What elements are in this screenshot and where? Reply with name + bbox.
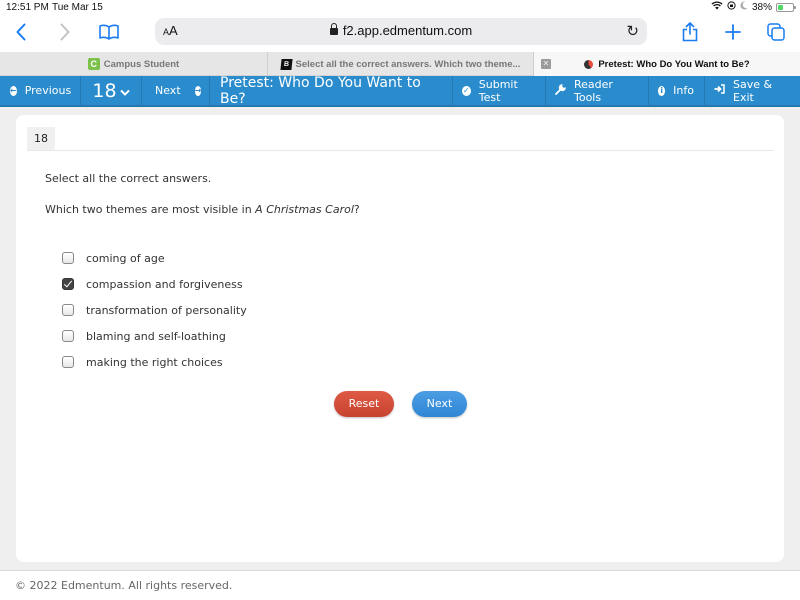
orientation-lock-icon [727,1,736,13]
answer-option[interactable]: blaming and self-loathing [62,323,247,349]
reset-button[interactable]: Reset [334,391,394,417]
wrench-icon [555,83,567,98]
battery-percent: 38% [751,1,772,13]
submit-label: Submit Test [478,77,518,104]
option-label: blaming and self-loathing [86,329,226,343]
edmentum-favicon-icon [584,59,594,69]
option-label: compassion and forgiveness [86,277,243,291]
test-navigation-bar: ← Previous 18 Next → Pretest: Who Do You… [0,75,800,107]
next-label: Next [155,84,181,97]
battery-charging-icon [776,2,796,12]
chevron-down-icon [119,88,130,99]
browser-toolbar: AA f2.app.edmentum.com ↻ [0,14,800,50]
question-prompt: Which two themes are most visible in A C… [45,203,360,216]
new-tab-icon[interactable] [723,18,743,46]
question-number-badge: 18 [27,127,55,150]
question-header: 18 [27,127,774,151]
option-label: making the right choices [86,355,223,369]
answer-option[interactable]: compassion and forgiveness [62,271,247,297]
url-text: f2.app.edmentum.com [342,23,473,38]
arrow-right-circle-icon: → [194,85,202,96]
save-exit-label: Save & Exit [733,77,773,104]
tab-label: Select all the correct answers. Which tw… [295,58,521,70]
status-bar: 12:51 PM Tue Mar 15 38% [0,0,800,14]
question-number-dropdown[interactable]: 18 [81,76,142,105]
next-button[interactable]: Next [412,391,467,417]
clock: 12:51 PM [6,2,49,13]
answer-option[interactable]: transformation of personality [62,297,247,323]
wifi-icon [711,1,723,13]
question-instruction: Select all the correct answers. [45,172,212,185]
bookmarks-icon[interactable] [98,18,120,46]
question-number: 18 [92,79,117,102]
brainly-favicon-icon: B [279,58,293,70]
reader-tools-label: Reader Tools [574,77,613,104]
info-label: Info [673,84,694,97]
answer-option[interactable]: coming of age [62,245,247,271]
tab-label: Pretest: Who Do You Want to Be? [598,58,750,70]
lock-icon [329,23,338,35]
answer-option[interactable]: making the right choices [62,349,247,375]
reader-tools-button[interactable]: Reader Tools [546,76,649,105]
sign-in-icon [714,84,725,97]
browser-tab-bar: C Campus Student B Select all the correc… [0,52,800,76]
prompt-text: Which two themes are most visible in [45,203,256,216]
prompt-book-title: A Christmas Carol [255,203,354,216]
tab-pretest[interactable]: ✕ Pretest: Who Do You Want to Be? [534,52,800,76]
checkbox[interactable] [62,330,74,342]
option-label: coming of age [86,251,165,265]
info-icon: i [658,85,666,96]
info-button[interactable]: i Info [649,76,705,105]
moon-icon [740,1,748,13]
tab-campus-student[interactable]: C Campus Student [0,52,268,76]
checkbox[interactable] [62,356,74,368]
question-card: 18 Select all the correct answers. Which… [16,115,784,562]
test-title: Pretest: Who Do You Want to Be? [210,75,453,107]
forward-button[interactable] [56,18,74,46]
checkbox[interactable] [62,252,74,264]
page-background: 18 Select all the correct answers. Which… [0,107,800,570]
checkbox[interactable] [62,304,74,316]
option-label: transformation of personality [86,303,247,317]
previous-label: Previous [24,84,72,97]
arrow-left-circle-icon: ← [10,85,17,96]
address-bar[interactable]: AA f2.app.edmentum.com ↻ [155,18,647,45]
status-indicators: 38% [711,1,796,13]
save-exit-button[interactable]: Save & Exit [705,76,800,105]
previous-button[interactable]: ← Previous [0,76,81,105]
prompt-end: ? [353,203,360,216]
share-icon[interactable] [680,18,700,46]
tab-label: Campus Student [103,58,180,70]
copyright-text: © 2022 Edmentum. All rights reserved. [15,579,233,592]
submit-test-button[interactable]: ✓ Submit Test [453,76,546,105]
check-circle-icon: ✓ [462,85,471,96]
footer: © 2022 Edmentum. All rights reserved. [0,570,800,600]
close-tab-icon[interactable]: ✕ [541,59,551,69]
tabs-overview-icon[interactable] [766,18,786,46]
url-display[interactable]: f2.app.edmentum.com [155,23,647,38]
answer-options: coming of age compassion and forgiveness… [62,245,247,375]
back-button[interactable] [12,18,30,46]
next-nav-button[interactable]: Next → [142,76,210,105]
campus-favicon-icon: C [87,58,100,70]
checkbox[interactable] [62,278,74,290]
battery-fill [778,4,783,10]
reload-icon[interactable]: ↻ [626,22,639,40]
date: Tue Mar 15 [52,2,103,13]
tab-brainly-question[interactable]: B Select all the correct answers. Which … [268,52,534,76]
